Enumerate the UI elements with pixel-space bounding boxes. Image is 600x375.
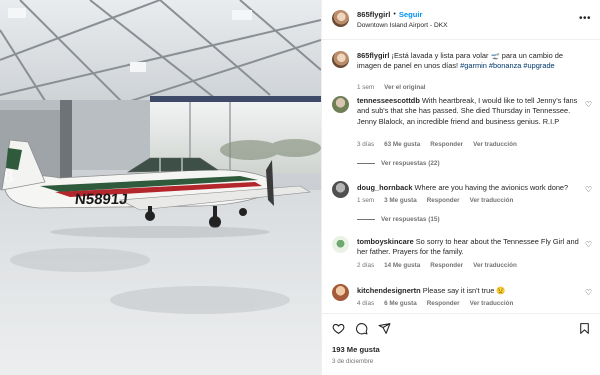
comment-username[interactable]: kitchendesignertn (357, 286, 421, 295)
avatar[interactable] (332, 284, 349, 301)
aircraft-registration: N5891J (74, 191, 128, 208)
avatar[interactable] (332, 51, 349, 68)
comment-likes[interactable]: 14 Me gusta (384, 262, 420, 269)
avatar[interactable] (332, 236, 349, 253)
comment-username[interactable]: doug_hornback (357, 183, 412, 192)
comment-likes[interactable]: 63 Me gusta (384, 141, 420, 148)
reply-button[interactable]: Responder (430, 141, 463, 148)
post-sidebar: 865flygirl • Seguir Downtown Island Airp… (321, 0, 600, 375)
post-date[interactable]: 3 de diciembre (332, 358, 373, 365)
comment-username[interactable]: tennesseescottdb (357, 96, 420, 105)
comment-time[interactable]: 3 días (357, 141, 374, 148)
comment-time[interactable]: 4 días (357, 300, 374, 307)
heart-icon[interactable] (332, 322, 345, 335)
follow-button[interactable]: Seguir (399, 10, 423, 20)
share-icon[interactable] (378, 322, 391, 335)
view-replies-label: Ver respuestas (22) (381, 160, 440, 167)
more-icon[interactable]: ••• (579, 13, 591, 24)
view-replies-button[interactable]: Ver respuestas (22) (357, 160, 440, 167)
comment-time[interactable]: 1 sem (357, 197, 374, 204)
comment-text: Please say it isn't true 😟 (422, 286, 506, 295)
comment-time[interactable]: 2 días (357, 262, 374, 269)
reply-button[interactable]: Responder (430, 262, 463, 269)
comment-like-heart-icon[interactable]: ♡ (585, 240, 592, 249)
comment-like-heart-icon[interactable]: ♡ (585, 185, 592, 194)
comment-meta: 2 días 14 Me gusta Responder Ver traducc… (357, 262, 517, 269)
comment-meta: 3 días 63 Me gusta Responder Ver traducc… (357, 141, 517, 148)
caption-username[interactable]: 865flygirl (357, 51, 389, 60)
view-replies-label: Ver respuestas (15) (381, 216, 440, 223)
comment-likes[interactable]: 6 Me gusta (384, 300, 417, 307)
comment-icon[interactable] (355, 322, 368, 335)
separator-dot: • (393, 11, 396, 18)
replies-divider (357, 219, 375, 220)
see-translation-link[interactable]: Ver traducción (470, 197, 514, 204)
post-author-username[interactable]: 865flygirl (357, 10, 390, 20)
comment-text: Where are you having the avionics work d… (414, 183, 569, 192)
comment-username[interactable]: tomboyskincare (357, 237, 414, 246)
avatar[interactable] (332, 181, 349, 198)
comment-like-heart-icon[interactable]: ♡ (585, 100, 592, 109)
post-like-count[interactable]: 193 Me gusta (332, 345, 380, 354)
see-translation-link[interactable]: Ver traducción (473, 141, 517, 148)
caption-time[interactable]: 1 sem (357, 84, 374, 91)
post-header: 865flygirl • Seguir Downtown Island Airp… (322, 0, 600, 40)
comment-like-heart-icon[interactable]: ♡ (585, 288, 592, 297)
reply-button[interactable]: Responder (427, 197, 460, 204)
caption-meta: 1 sem Ver el original (357, 84, 425, 91)
caption-hashtags[interactable]: #garmin #bonanza #upgrade (460, 61, 555, 70)
post-location[interactable]: Downtown Island Airport - DKX (357, 21, 448, 31)
svg-text:8: 8 (4, 166, 13, 186)
comments-list[interactable]: 865flygirl ¡Está lavada y lista para vol… (322, 41, 600, 313)
hangar-airplane-image: N5891J 8 (0, 0, 321, 375)
avatar[interactable] (332, 96, 349, 113)
bookmark-icon[interactable] (578, 322, 591, 335)
view-replies-button[interactable]: Ver respuestas (15) (357, 216, 440, 223)
avatar[interactable] (332, 10, 349, 27)
reply-button[interactable]: Responder (427, 300, 460, 307)
replies-divider (357, 163, 375, 164)
comment-meta: 4 días 6 Me gusta Responder Ver traducci… (357, 300, 513, 307)
post-actions: 193 Me gusta 3 de diciembre (322, 313, 600, 375)
see-original-link[interactable]: Ver el original (384, 84, 425, 91)
see-translation-link[interactable]: Ver traducción (470, 300, 514, 307)
comment-meta: 1 sem 3 Me gusta Responder Ver traducció… (357, 197, 513, 204)
see-translation-link[interactable]: Ver traducción (473, 262, 517, 269)
post-photo[interactable]: N5891J 8 (0, 0, 321, 375)
comment-likes[interactable]: 3 Me gusta (384, 197, 417, 204)
